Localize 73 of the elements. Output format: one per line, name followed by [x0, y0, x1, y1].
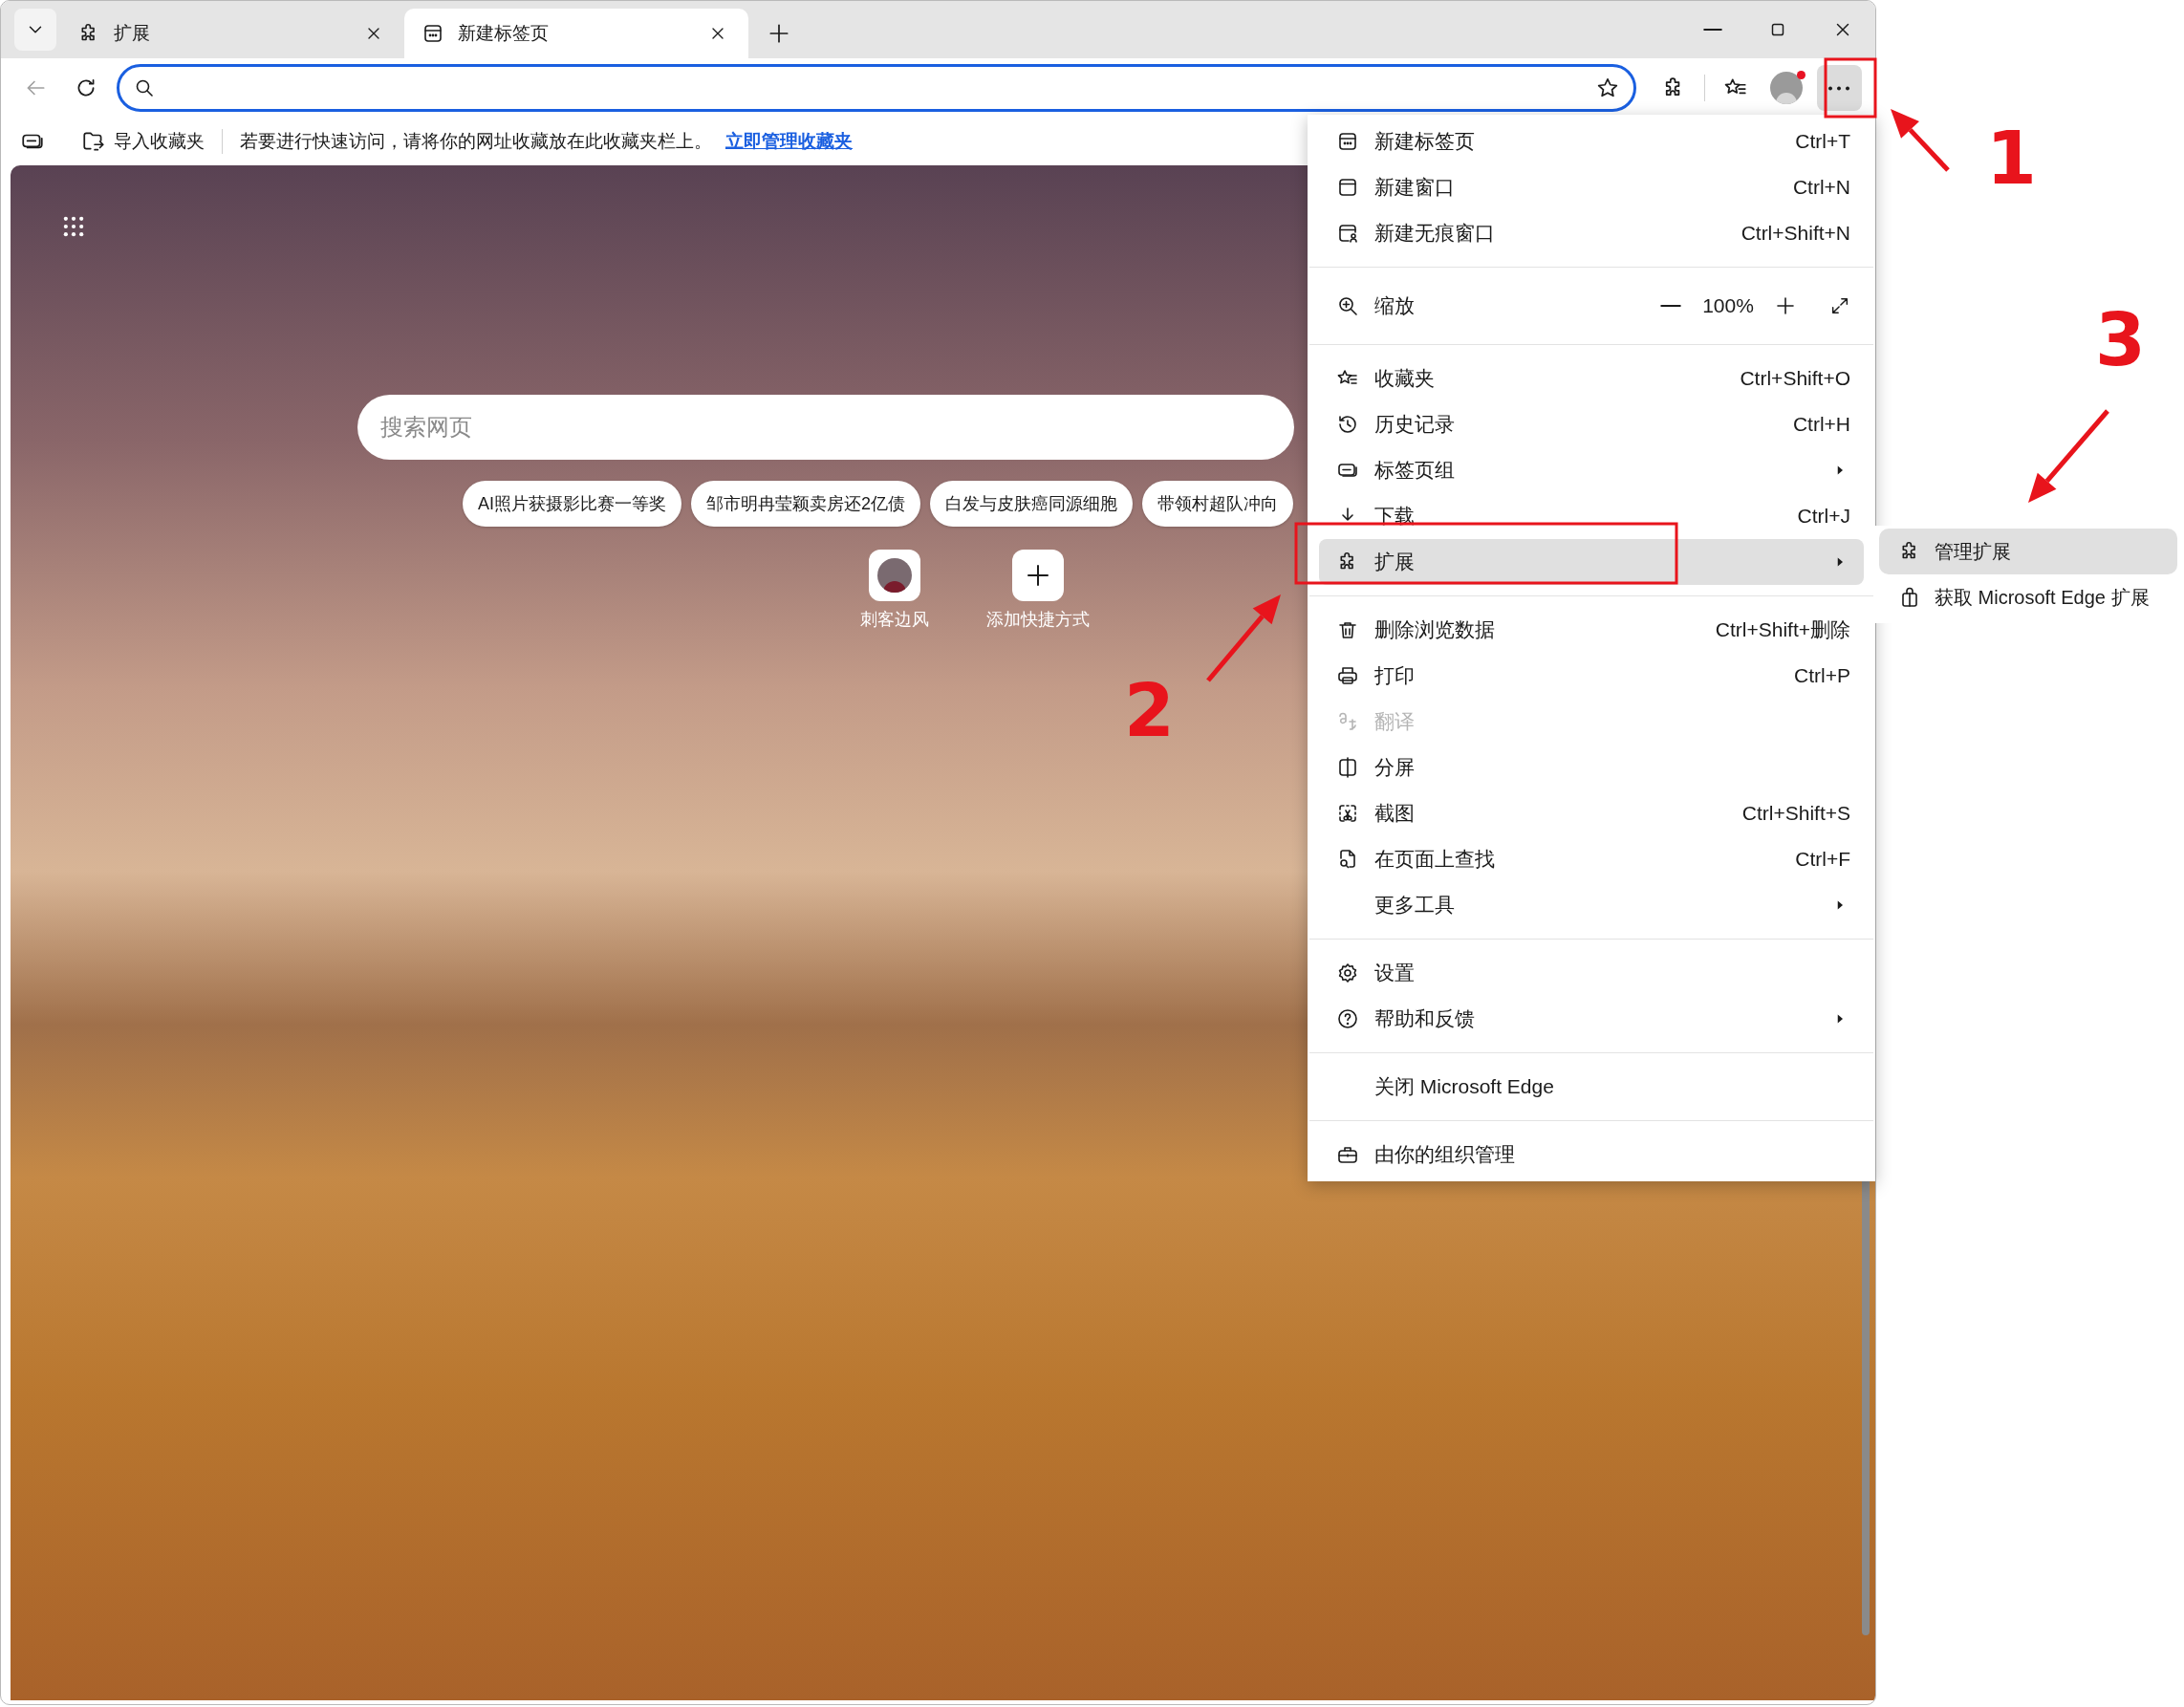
shortcut-text: Ctrl+Shift+O: [1740, 366, 1850, 392]
trending-search-chip[interactable]: 邹市明冉莹颖卖房还2亿债: [691, 481, 921, 527]
menu-item[interactable]: 关闭 Microsoft Edge: [1319, 1064, 1864, 1110]
history-icon: [1336, 413, 1359, 436]
printer-icon: [1336, 664, 1359, 687]
shortcut-text: Ctrl+J: [1797, 504, 1850, 529]
more-icon: [1827, 85, 1851, 91]
trending-search-chip[interactable]: AI照片获摄影比赛一等奖: [463, 481, 681, 527]
search-field[interactable]: 搜索网页: [357, 395, 1294, 460]
menu-item[interactable]: 更多工具: [1319, 882, 1864, 928]
plus-icon: [1774, 294, 1797, 317]
menu-item[interactable]: 新建标签页 Ctrl+T: [1319, 119, 1864, 164]
menu-item[interactable]: 分屏: [1319, 745, 1864, 790]
settings-icon: [1336, 962, 1359, 984]
shortcut-text: Ctrl+Shift+删除: [1715, 617, 1850, 643]
favorites-bar-message: 若要进行快速访问，请将你的网址收藏放在此收藏夹栏上。: [240, 129, 712, 153]
shortcut-text: Ctrl+Shift+N: [1741, 221, 1850, 247]
minimize-icon: [1703, 28, 1722, 32]
import-favorites-button[interactable]: 导入收藏夹: [81, 127, 205, 156]
new-tab-icon: [1336, 130, 1359, 153]
translate-icon: [1336, 710, 1359, 733]
help-icon: [1336, 1007, 1359, 1030]
shortcut-label: 添加快捷方式: [986, 609, 1090, 631]
submenu-item[interactable]: 获取 Microsoft Edge 扩展: [1879, 574, 2177, 620]
menu-item[interactable]: 扩展: [1319, 539, 1864, 585]
submenu-item[interactable]: 管理扩展: [1879, 529, 2177, 574]
menu-item[interactable]: 新建无痕窗口 Ctrl+Shift+N: [1319, 210, 1864, 256]
menu-item[interactable]: 由你的组织管理: [1319, 1132, 1864, 1178]
menu-item[interactable]: 标签页组: [1319, 447, 1864, 493]
address-bar[interactable]: [116, 64, 1636, 112]
trending-search-chip[interactable]: 白发与皮肤癌同源细胞: [930, 481, 1134, 527]
new-tab-icon: [422, 22, 444, 45]
more-button[interactable]: [1816, 65, 1862, 111]
highlight-frame: [1824, 57, 1877, 119]
menu-item[interactable]: 帮助和反馈: [1319, 996, 1864, 1042]
trending-search-chip[interactable]: 带领村超队冲向: [1142, 481, 1294, 527]
menu-item[interactable]: 删除浏览数据 Ctrl+Shift+删除: [1319, 607, 1864, 653]
shortcut-tile[interactable]: [869, 550, 920, 601]
menu-item[interactable]: 新建窗口 Ctrl+N: [1319, 164, 1864, 210]
shortcut-text: Ctrl+H: [1792, 412, 1850, 438]
shortcut-label: 刺客边风: [860, 609, 929, 631]
minus-icon: [1660, 304, 1681, 308]
window-icon: [1336, 176, 1359, 199]
browser-tab[interactable]: 新建标签页: [404, 9, 748, 58]
menu-item[interactable]: 在页面上查找 Ctrl+F: [1319, 836, 1864, 882]
screenshot-icon: [1336, 802, 1359, 825]
avatar-icon: [877, 558, 912, 593]
shortcut-text: Ctrl+P: [1794, 663, 1850, 689]
menu-item[interactable]: 历史记录 Ctrl+H: [1319, 401, 1864, 447]
step-number: 1: [1986, 122, 2037, 195]
shortcut-text: Ctrl+N: [1792, 175, 1850, 201]
shortcut-text: Ctrl+Shift+S: [1741, 801, 1850, 827]
shortcut-text: Ctrl+F: [1795, 847, 1850, 873]
annotation-arrow: [1891, 109, 1950, 172]
shortcut-text: Ctrl+T: [1795, 129, 1850, 155]
menu-item-label: 缩放: [1374, 293, 1415, 319]
menu-item[interactable]: 设置: [1319, 950, 1864, 996]
add-shortcut-button[interactable]: [1012, 550, 1064, 601]
tab-title: 扩展: [114, 21, 151, 45]
zoom-in-icon: [1336, 294, 1359, 317]
private-window-icon: [1336, 222, 1359, 245]
expand-icon: [1829, 295, 1850, 316]
step-number: 2: [1124, 675, 1175, 747]
folder-icon: [81, 129, 106, 154]
step-number: 3: [2095, 304, 2146, 377]
avatar-icon: [1769, 72, 1803, 104]
menu-item[interactable]: 打印 Ctrl+P: [1319, 653, 1864, 699]
zoom-level: 100%: [1701, 293, 1755, 319]
manage-favorites-link[interactable]: 立即管理收藏夹: [725, 127, 853, 156]
menu-item[interactable]: 收藏夹 Ctrl+Shift+O: [1319, 356, 1864, 401]
split-screen-icon: [1336, 756, 1359, 779]
tab-title: 新建标签页: [458, 21, 550, 45]
menu-item[interactable]: 截图 Ctrl+Shift+S: [1319, 790, 1864, 836]
